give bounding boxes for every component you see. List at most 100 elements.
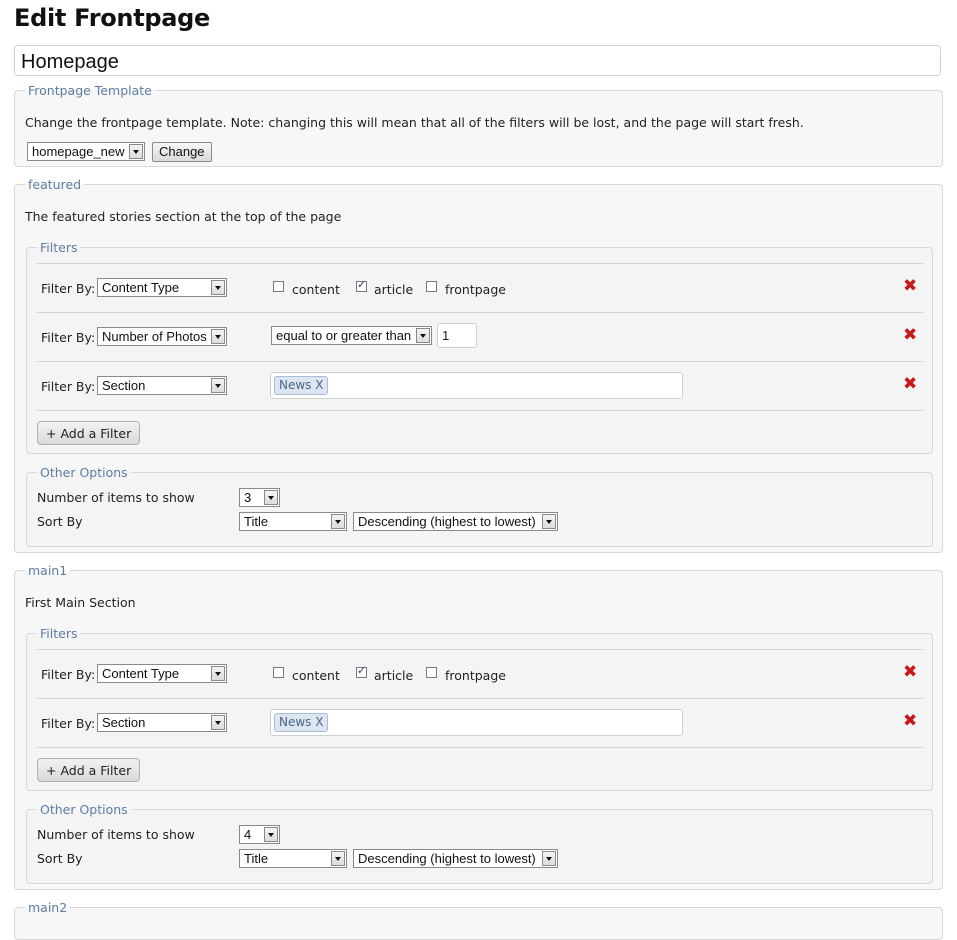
sort-order-value: Descending (highest to lowest)	[358, 851, 536, 866]
sort-label: Sort By	[37, 851, 83, 866]
checkbox-content[interactable]	[273, 281, 284, 292]
section-legend: featured	[28, 177, 82, 192]
sort-order-select[interactable]: Descending (highest to lowest)	[353, 849, 558, 868]
chevron-down-icon	[211, 329, 225, 344]
filter-label: Filter By:	[41, 716, 96, 731]
filter-field-value: Section	[102, 715, 146, 730]
checkbox-label: frontpage	[445, 668, 506, 683]
section-description: First Main Section	[25, 595, 136, 610]
tag-news[interactable]: News X	[274, 376, 329, 395]
sort-order-select[interactable]: Descending (highest to lowest)	[353, 512, 558, 531]
section-description: The featured stories section at the top …	[25, 209, 342, 224]
filter-row-divider	[37, 698, 923, 699]
remove-filter-icon[interactable]: ✖	[903, 327, 917, 344]
items-count-select[interactable]: 3	[239, 488, 280, 507]
template-fieldset: Frontpage Template Change the frontpage …	[14, 83, 943, 167]
filter-field-value: Content Type	[102, 666, 180, 681]
checkbox-frontpage[interactable]	[426, 281, 437, 292]
add-filter-button[interactable]: + Add a Filter	[37, 758, 141, 782]
add-filter-button[interactable]: + Add a Filter	[37, 421, 141, 445]
section-main1: main1 First Main Section Filters Filter …	[14, 563, 943, 890]
remove-filter-icon[interactable]: ✖	[903, 376, 917, 393]
chevron-down-icon	[129, 144, 143, 159]
filters-fieldset: Filters Filter By: Content Type content …	[26, 240, 933, 454]
template-description: Change the frontpage template. Note: cha…	[25, 115, 804, 130]
sort-label: Sort By	[37, 514, 83, 529]
section-legend: main1	[28, 563, 68, 578]
filter-row-divider	[37, 361, 923, 362]
operator-value: equal to or greater than	[276, 328, 412, 343]
chevron-down-icon	[542, 851, 556, 866]
checkbox-label: content	[292, 668, 340, 683]
items-label: Number of items to show	[37, 490, 195, 505]
section-legend: main2	[28, 900, 68, 915]
checkbox-article[interactable]	[356, 664, 367, 678]
chevron-down-icon	[264, 827, 278, 842]
template-legend: Frontpage Template	[28, 83, 152, 98]
other-options-fieldset: Other Options Number of items to show 4 …	[26, 802, 933, 884]
sort-field-select[interactable]: Title	[239, 512, 347, 531]
checkbox-label: article	[374, 668, 414, 683]
page-title: Edit Frontpage	[14, 4, 211, 32]
chevron-down-icon	[211, 280, 225, 295]
items-label: Number of items to show	[37, 827, 195, 842]
operator-select[interactable]: equal to or greater than	[271, 326, 432, 345]
chevron-down-icon	[211, 666, 225, 681]
filter-field-select[interactable]: Section	[97, 376, 227, 395]
other-options-legend: Other Options	[40, 802, 128, 817]
other-options-fieldset: Other Options Number of items to show 3 …	[26, 465, 933, 547]
chevron-down-icon	[416, 328, 430, 343]
checkbox-frontpage[interactable]	[426, 667, 437, 678]
checkbox-article[interactable]	[356, 278, 367, 292]
filter-row-divider	[37, 649, 923, 650]
filter-field-select[interactable]: Content Type	[97, 664, 227, 683]
checkbox-label: content	[292, 282, 340, 297]
template-select-value: homepage_new	[32, 144, 125, 159]
filter-field-select[interactable]: Content Type	[97, 278, 227, 297]
filters-legend: Filters	[40, 240, 78, 255]
sort-field-value: Title	[244, 514, 269, 529]
chevron-down-icon	[211, 378, 225, 393]
filter-row-divider	[37, 263, 923, 264]
filter-row-divider	[37, 312, 923, 313]
items-count-select[interactable]: 4	[239, 825, 280, 844]
filter-row-divider	[37, 410, 923, 411]
filters-fieldset: Filters Filter By: Content Type content …	[26, 626, 933, 791]
sort-field-value: Title	[244, 851, 269, 866]
section-main2: main2	[14, 900, 943, 940]
sort-field-select[interactable]: Title	[239, 849, 347, 868]
remove-filter-icon[interactable]: ✖	[903, 713, 917, 730]
filter-field-value: Content Type	[102, 280, 180, 295]
tag-news[interactable]: News X	[274, 713, 329, 732]
filter-label: Filter By:	[41, 667, 96, 682]
remove-filter-icon[interactable]: ✖	[903, 278, 917, 295]
chevron-down-icon	[331, 514, 345, 529]
change-template-button[interactable]: Change	[152, 142, 212, 162]
filter-label: Filter By:	[41, 281, 96, 296]
chevron-down-icon	[211, 715, 225, 730]
remove-filter-icon[interactable]: ✖	[903, 664, 917, 681]
filter-field-select[interactable]: Section	[97, 713, 227, 732]
filter-row-divider	[37, 747, 923, 748]
sort-order-value: Descending (highest to lowest)	[358, 514, 536, 529]
template-select[interactable]: homepage_new	[27, 142, 145, 161]
section-tag-input[interactable]: News X	[270, 709, 683, 736]
frontpage-name-input[interactable]: Homepage	[14, 45, 941, 76]
filters-legend: Filters	[40, 626, 78, 641]
checkbox-label: frontpage	[445, 282, 506, 297]
items-count-value: 3	[244, 490, 252, 505]
items-count-value: 4	[244, 827, 252, 842]
checkbox-label: article	[374, 282, 414, 297]
chevron-down-icon	[264, 490, 278, 505]
other-options-legend: Other Options	[40, 465, 128, 480]
filter-field-value: Number of Photos	[102, 329, 207, 344]
filter-field-value: Section	[102, 378, 146, 393]
filter-value-input[interactable]: 1	[437, 323, 477, 348]
checkbox-content[interactable]	[273, 667, 284, 678]
section-tag-input[interactable]: News X	[270, 372, 683, 399]
filter-field-select[interactable]: Number of Photos	[97, 327, 227, 346]
chevron-down-icon	[331, 851, 345, 866]
filter-label: Filter By:	[41, 379, 96, 394]
section-featured: featured The featured stories section at…	[14, 177, 943, 553]
chevron-down-icon	[542, 514, 556, 529]
